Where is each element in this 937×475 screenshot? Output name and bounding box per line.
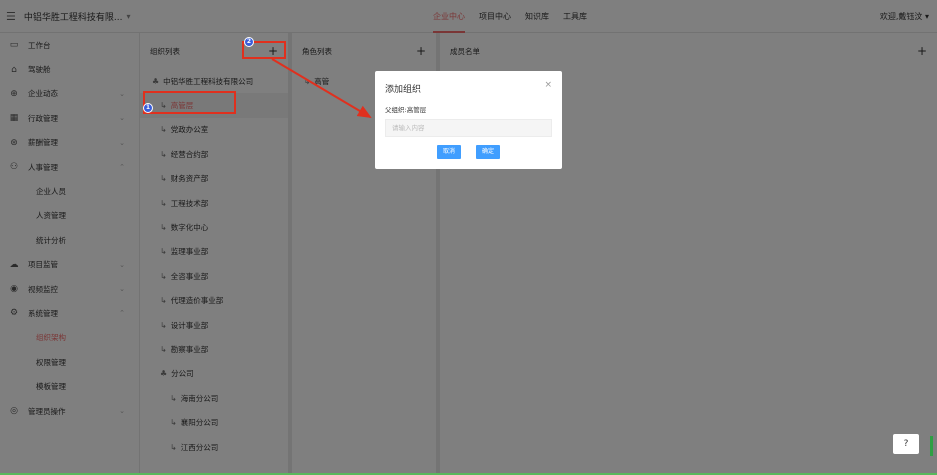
parent-org-label: 父组织:高管层 [385,106,427,114]
cancel-button[interactable]: 取消 [437,145,462,159]
close-icon[interactable]: × [544,80,552,90]
add-org-dialog: 添加组织 × 父组织:高管层 取消 确定 [375,71,562,169]
step-badge-1: 1 [143,103,153,113]
confirm-button[interactable]: 确定 [476,145,501,159]
status-indicator [930,436,933,456]
dialog-title: 添加组织 [385,85,422,95]
help-button[interactable]: ? [893,434,919,454]
org-name-input[interactable] [385,119,552,137]
step-badge-2: 2 [244,37,254,47]
